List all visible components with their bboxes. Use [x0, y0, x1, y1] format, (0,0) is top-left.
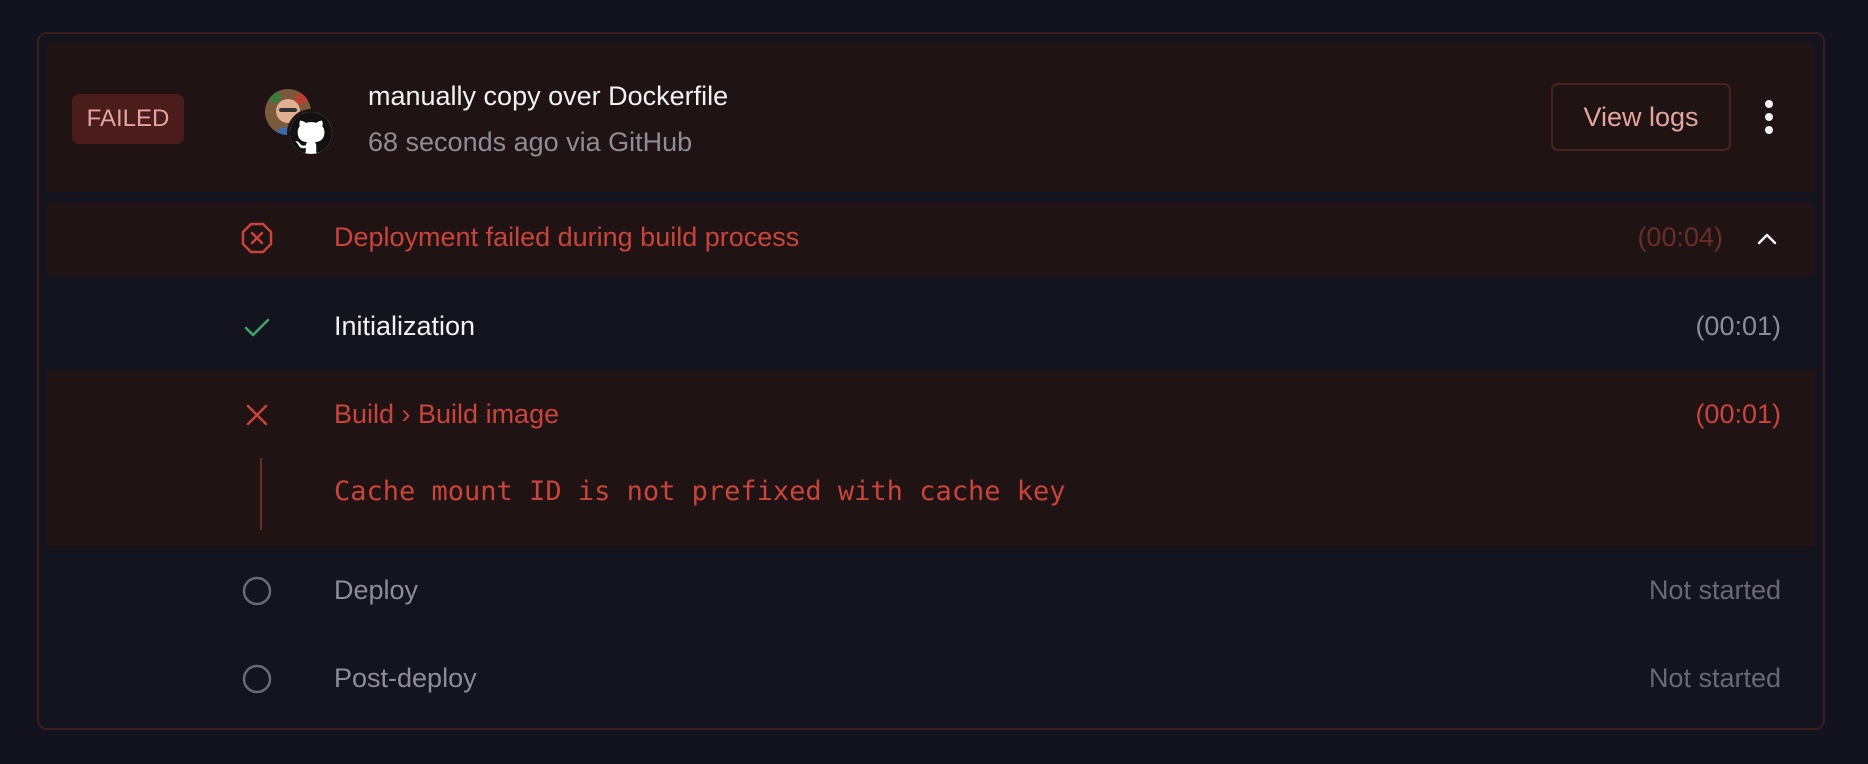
view-logs-button[interactable]: View logs: [1551, 83, 1731, 151]
step-row-post-deploy[interactable]: Post-deploy Not started: [47, 634, 1815, 722]
step-label: Post-deploy: [334, 663, 477, 693]
error-message: Cache mount ID is not prefixed with cach…: [334, 476, 1066, 507]
failure-summary-row[interactable]: Deployment failed during build process (…: [47, 202, 1815, 276]
step-row-initialization[interactable]: Initialization (00:01): [47, 282, 1815, 370]
step-duration: (00:01): [1695, 399, 1781, 429]
failure-summary-text: Deployment failed during build process: [334, 222, 800, 252]
step-row-deploy[interactable]: Deploy Not started: [47, 546, 1815, 634]
error-indent-line: [260, 458, 262, 530]
step-label: Deploy: [334, 575, 419, 605]
step-label: Initialization: [334, 311, 476, 341]
deployment-card: FAILED manually copy over Dockerfile 68 …: [37, 32, 1825, 730]
deployment-header: FAILED manually copy over Dockerfile 68 …: [47, 42, 1815, 192]
kebab-menu-icon[interactable]: [1757, 97, 1781, 137]
failure-duration: (00:04): [1637, 222, 1723, 252]
check-icon: [241, 311, 273, 343]
circle-icon: [241, 663, 273, 695]
chevron-up-icon[interactable]: [1754, 226, 1780, 252]
commit-title: manually copy over Dockerfile: [368, 81, 729, 111]
status-badge: FAILED: [72, 94, 184, 144]
deployment-steps: Deployment failed during build process (…: [47, 202, 1815, 722]
x-icon: [241, 399, 273, 431]
step-status: Not started: [1648, 575, 1781, 605]
step-duration: (00:01): [1695, 311, 1781, 341]
x-circle-icon: [241, 222, 273, 254]
step-row-build[interactable]: Build › Build image (00:01) Cache mount …: [47, 370, 1815, 546]
commit-subtitle: 68 seconds ago via GitHub: [368, 127, 693, 157]
github-icon: [287, 109, 335, 157]
step-label: Build › Build image: [334, 399, 560, 429]
circle-icon: [241, 575, 273, 607]
step-status: Not started: [1648, 663, 1781, 693]
